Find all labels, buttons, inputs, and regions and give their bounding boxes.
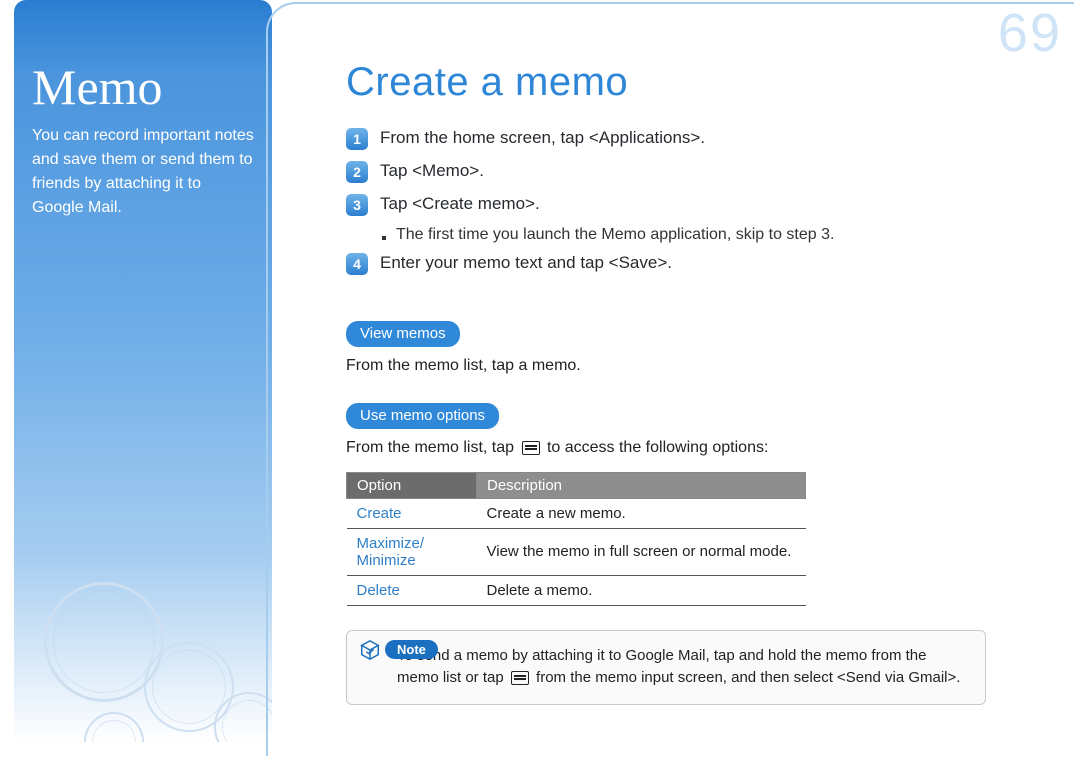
page: 69 Memo You can record important notes a… bbox=[0, 0, 1080, 762]
note-head: Note bbox=[359, 639, 438, 661]
view-memos-text: From the memo list, tap a memo. bbox=[346, 355, 1046, 377]
table-row: Delete Delete a memo. bbox=[347, 575, 806, 605]
opt-name: Delete bbox=[347, 575, 477, 605]
note-text-after: from the memo input screen, and then sel… bbox=[536, 669, 960, 686]
use-options-text-after: to access the following options: bbox=[547, 439, 768, 456]
main-content: Create a memo 1 From the home screen, ta… bbox=[346, 60, 1046, 705]
step-text: From the home screen, tap <Applications>… bbox=[380, 127, 705, 150]
use-options-text: From the memo list, tap to access the fo… bbox=[346, 437, 1046, 459]
step-1: 1 From the home screen, tap <Application… bbox=[346, 127, 1046, 150]
step-text: Enter your memo text and tap <Save>. bbox=[380, 252, 672, 275]
main-title: Create a memo bbox=[346, 60, 1046, 105]
step-badge: 2 bbox=[346, 161, 368, 183]
opt-name: Create bbox=[347, 498, 477, 528]
step-4: 4 Enter your memo text and tap <Save>. bbox=[346, 252, 1046, 275]
use-options-text-before: From the memo list, tap bbox=[346, 439, 519, 456]
bullet-icon bbox=[382, 236, 386, 240]
step-3-sub: The first time you launch the Memo appli… bbox=[382, 226, 1046, 244]
step-badge: 3 bbox=[346, 194, 368, 216]
sidebar-title: Memo bbox=[32, 58, 256, 116]
opt-name: Maximize/ Minimize bbox=[347, 528, 477, 575]
note-cube-icon bbox=[359, 639, 381, 661]
table-row: Create Create a new memo. bbox=[347, 498, 806, 528]
step-3: 3 Tap <Create memo>. bbox=[346, 193, 1046, 216]
step-text: Tap <Create memo>. bbox=[380, 193, 540, 216]
step-sub-text: The first time you launch the Memo appli… bbox=[396, 226, 834, 244]
section-label-use-options: Use memo options bbox=[346, 403, 499, 429]
table-row: Maximize/ Minimize View the memo in full… bbox=[347, 528, 806, 575]
th-description: Description bbox=[477, 472, 806, 498]
opt-desc: View the memo in full screen or normal m… bbox=[477, 528, 806, 575]
page-number: 69 bbox=[998, 2, 1062, 64]
sidebar: Memo You can record important notes and … bbox=[14, 0, 272, 742]
table-header-row: Option Description bbox=[347, 472, 806, 498]
sidebar-description: You can record important notes and save … bbox=[32, 124, 256, 220]
note-label: Note bbox=[385, 640, 438, 659]
step-2: 2 Tap <Memo>. bbox=[346, 160, 1046, 183]
th-option: Option bbox=[347, 472, 477, 498]
step-badge: 1 bbox=[346, 128, 368, 150]
note-text: To send a memo by attaching it to Google… bbox=[397, 645, 969, 690]
step-text: Tap <Memo>. bbox=[380, 160, 484, 183]
options-table: Option Description Create Create a new m… bbox=[346, 472, 806, 606]
menu-icon bbox=[522, 441, 540, 455]
step-badge: 4 bbox=[346, 253, 368, 275]
note-box: Note To send a memo by attaching it to G… bbox=[346, 630, 986, 705]
steps-list: 1 From the home screen, tap <Application… bbox=[346, 127, 1046, 275]
section-label-view-memos: View memos bbox=[346, 321, 460, 347]
menu-icon bbox=[511, 671, 529, 685]
opt-desc: Create a new memo. bbox=[477, 498, 806, 528]
opt-desc: Delete a memo. bbox=[477, 575, 806, 605]
